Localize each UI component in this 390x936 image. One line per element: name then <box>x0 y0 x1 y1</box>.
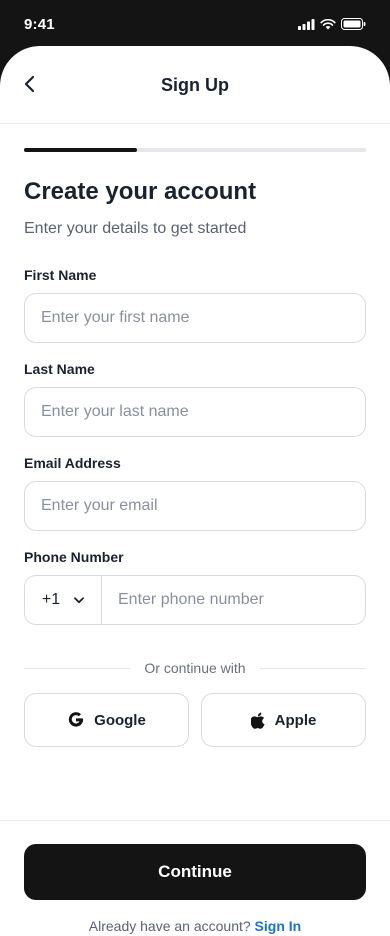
nav-bar: Sign Up <box>0 46 390 124</box>
wifi-icon <box>320 18 336 29</box>
phone-field-box: +1 <box>24 575 366 625</box>
apple-icon <box>250 712 265 729</box>
battery-icon <box>341 18 366 30</box>
email-field-box <box>24 481 366 531</box>
social-divider: Or continue with <box>24 658 367 678</box>
first-name-label: First Name <box>24 267 97 283</box>
google-icon <box>68 712 84 727</box>
email-label: Email Address <box>24 455 121 471</box>
apple-button-label: Apple <box>274 711 317 729</box>
divider-line-left <box>24 667 131 669</box>
last-name-label: Last Name <box>24 361 95 377</box>
section-subheading: Enter your details to get started <box>24 220 247 237</box>
google-button[interactable]: Google <box>24 693 189 747</box>
country-code-select[interactable]: +1 <box>25 576 102 624</box>
section-heading: Create your account <box>24 178 257 205</box>
page-title: Sign Up <box>161 75 229 95</box>
country-code-value: +1 <box>41 591 61 608</box>
progress-track <box>24 148 366 152</box>
phone-label: Phone Number <box>24 549 124 565</box>
divider-line-right <box>259 667 367 669</box>
google-button-label: Google <box>94 711 146 729</box>
last-name-field-box <box>24 387 366 437</box>
apple-button[interactable]: Apple <box>201 693 366 747</box>
status-bar: 9:41 <box>0 0 390 50</box>
cellular-signal-icon <box>298 18 315 30</box>
phone-input[interactable] <box>102 576 365 624</box>
first-name-input[interactable] <box>25 294 365 342</box>
chevron-down-icon <box>74 596 85 603</box>
signin-prompt: Already have an account? <box>88 918 251 934</box>
signin-prompt-row: Already have an account? Sign In <box>0 918 390 934</box>
first-name-field-box <box>24 293 366 343</box>
last-name-input[interactable] <box>25 388 365 436</box>
divider-text: Or continue with <box>144 660 246 676</box>
footer-divider <box>0 820 390 821</box>
signup-sheet: Sign Up Create your account Enter your d… <box>0 46 390 936</box>
signin-link[interactable]: Sign In <box>255 918 302 934</box>
continue-button[interactable]: Continue <box>24 844 366 900</box>
progress-fill <box>24 148 137 152</box>
email-input[interactable] <box>25 482 365 530</box>
status-icons <box>298 18 366 30</box>
status-time: 9:41 <box>24 16 55 33</box>
